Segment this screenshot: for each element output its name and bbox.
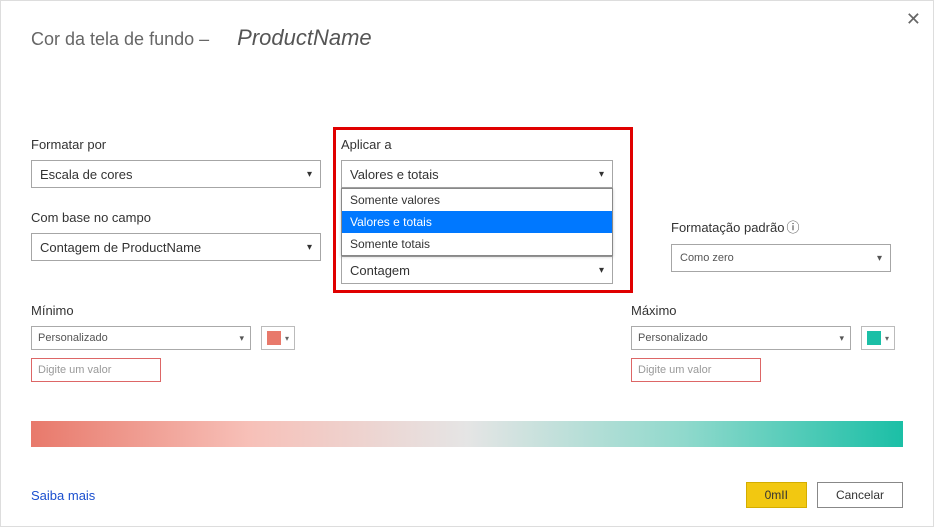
learn-more-link[interactable]: Saiba mais	[31, 488, 95, 503]
ok-button[interactable]: 0mII	[746, 482, 807, 508]
apply-to-dropdown[interactable]: Somente valores Valores e totais Somente…	[341, 188, 613, 256]
chevron-down-icon: ▾	[599, 169, 604, 180]
chevron-down-icon: ▾	[599, 265, 604, 276]
minimum-mode-value: Personalizado	[38, 332, 108, 344]
chevron-down-icon: ▾	[239, 333, 244, 344]
close-icon[interactable]: ✕	[906, 9, 921, 30]
based-on-label: Com base no campo	[31, 210, 321, 225]
default-fmt-label: Formatação padrãoⓘ	[671, 217, 891, 236]
chevron-down-icon: ▾	[877, 253, 882, 264]
minimum-color-swatch	[267, 331, 281, 345]
default-fmt-select[interactable]: Como zero ▾	[671, 244, 891, 272]
apply-to-value: Valores e totais	[350, 167, 439, 182]
dialog-field: ProductName	[237, 25, 372, 51]
maximum-color-swatch	[867, 331, 881, 345]
minimum-color-picker[interactable]: ▾	[261, 326, 295, 350]
maximum-value-input[interactable]	[631, 358, 761, 382]
dialog-header: Cor da tela de fundo – ProductName	[1, 1, 933, 51]
color-gradient-preview	[31, 421, 903, 447]
chevron-down-icon: ▾	[307, 169, 312, 180]
chevron-down-icon: ▾	[307, 242, 312, 253]
maximum-mode-value: Personalizado	[638, 332, 708, 344]
minimum-mode-select[interactable]: Personalizado ▾	[31, 326, 251, 350]
minimum-value-input[interactable]	[31, 358, 161, 382]
chevron-down-icon: ▾	[839, 333, 844, 344]
minimum-label: Mínimo	[31, 303, 295, 318]
apply-to-option[interactable]: Somente totais	[342, 233, 612, 255]
apply-to-option[interactable]: Somente valores	[342, 189, 612, 211]
dialog-title: Cor da tela de fundo –	[31, 29, 209, 50]
default-fmt-value: Como zero	[680, 252, 734, 264]
based-on-value: Contagem de ProductName	[40, 240, 201, 255]
chevron-down-icon: ▾	[285, 334, 289, 343]
info-icon[interactable]: ⓘ	[786, 220, 799, 235]
apply-to-option[interactable]: Valores e totais	[342, 211, 612, 233]
maximum-mode-select[interactable]: Personalizado ▾	[631, 326, 851, 350]
apply-to-select[interactable]: Valores e totais ▾	[341, 160, 613, 188]
chevron-down-icon: ▾	[885, 334, 889, 343]
maximum-label: Máximo	[631, 303, 895, 318]
format-by-select[interactable]: Escala de cores ▾	[31, 160, 321, 188]
cancel-button[interactable]: Cancelar	[817, 482, 903, 508]
based-on-select[interactable]: Contagem de ProductName ▾	[31, 233, 321, 261]
format-by-value: Escala de cores	[40, 167, 133, 182]
summarization-select[interactable]: Contagem ▾	[341, 256, 613, 284]
summarization-value: Contagem	[350, 263, 410, 278]
apply-to-label: Aplicar a	[341, 137, 629, 152]
maximum-color-picker[interactable]: ▾	[861, 326, 895, 350]
format-by-label: Formatar por	[31, 137, 321, 152]
